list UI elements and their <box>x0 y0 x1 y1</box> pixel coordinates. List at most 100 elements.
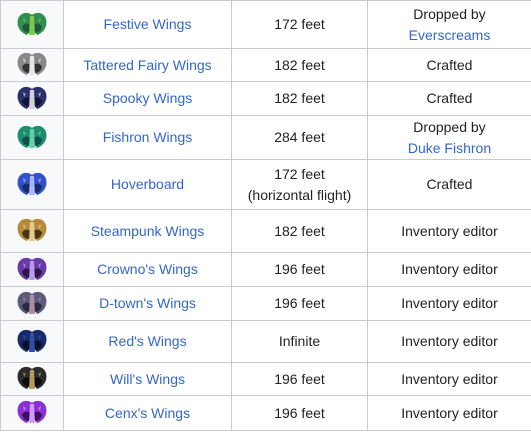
obtain-text: Crafted <box>426 56 473 73</box>
table-row: Steampunk Wings 182 feet Inventory editor <box>0 209 531 253</box>
flight-height-text: 172 feet <box>274 16 325 32</box>
obtain-cell: Inventory editor <box>367 286 531 321</box>
item-name-link[interactable]: Festive Wings <box>104 16 192 32</box>
item-name-cell: D-town's Wings <box>63 286 232 321</box>
item-name-link[interactable]: Cenx's Wings <box>105 405 190 421</box>
obtain-text: Crafted <box>426 90 473 106</box>
item-name-cell: Red's Wings <box>63 320 232 363</box>
flight-height-text: 182 feet <box>274 222 325 239</box>
flight-height-cell: 182 feet <box>231 209 368 253</box>
obtain-cell: Dropped by Everscreams <box>367 0 531 49</box>
item-name-link[interactable]: Will's Wings <box>110 371 185 387</box>
item-name-link[interactable]: Tattered Fairy Wings <box>83 57 211 73</box>
flight-height-cell: 172 feet (horizontal flight) <box>231 159 368 210</box>
obtain-cell: Inventory editor <box>367 362 531 396</box>
item-icon-cell <box>0 0 64 49</box>
spooky-wings-icon <box>2 83 63 115</box>
item-name-link[interactable]: Steampunk Wings <box>91 223 205 239</box>
item-icon-cell <box>0 115 64 160</box>
flight-height-text: 182 feet <box>274 90 325 106</box>
obtain-cell: Crafted <box>367 81 531 116</box>
obtain-cell: Inventory editor <box>367 252 531 287</box>
table-row: Fishron Wings 284 feet Dropped by Duke Fish… <box>0 115 531 160</box>
obtain-text: Inventory editor <box>401 222 498 239</box>
obtain-text: Inventory editor <box>401 261 498 277</box>
item-icon-cell <box>0 395 64 431</box>
item-icon-cell <box>0 81 64 116</box>
flight-height-cell: 182 feet <box>231 81 368 116</box>
flight-height-cell: 172 feet <box>231 0 368 49</box>
flight-height-text: 284 feet <box>274 129 325 145</box>
obtain-cell: Inventory editor <box>367 209 531 253</box>
obtain-text: Dropped by <box>413 5 486 22</box>
flight-height-cell: 196 feet <box>231 286 368 321</box>
table-row: Crowno's Wings 196 feet Inventory editor <box>0 252 531 287</box>
item-name-cell: Will's Wings <box>63 362 232 396</box>
flight-height-text: 196 feet <box>274 404 325 421</box>
item-name-link[interactable]: Spooky Wings <box>103 90 192 106</box>
item-name-link[interactable]: D-town's Wings <box>99 295 196 311</box>
obtain-source-link[interactable]: Duke Fishron <box>408 140 491 156</box>
obtain-cell: Inventory editor <box>367 320 531 363</box>
wings-table-body: Festive Wings 172 feet Dropped by Everscrea… <box>0 0 531 431</box>
table-row: Hoverboard 172 feet (horizontal flight) Cra… <box>0 159 531 210</box>
item-name-cell: Crowno's Wings <box>63 252 232 287</box>
obtain-text: Inventory editor <box>401 333 498 349</box>
cenxs-wings-icon <box>2 397 63 429</box>
flight-height-cell: 196 feet <box>231 252 368 287</box>
item-icon-cell <box>0 48 64 82</box>
wings-table: Festive Wings 172 feet Dropped by Everscrea… <box>0 0 531 431</box>
flight-height-text: Infinite <box>278 333 321 349</box>
flight-height-text: (horizontal flight) <box>247 186 352 203</box>
d-towns-wings-icon <box>2 288 63 320</box>
obtain-text: Inventory editor <box>401 295 498 311</box>
flight-height-text: 182 feet <box>274 56 325 73</box>
festive-wings-icon <box>2 9 63 41</box>
item-name-link[interactable]: Hoverboard <box>111 176 184 192</box>
tattered-fairy-wings-icon <box>2 50 63 81</box>
table-row: D-town's Wings 196 feet Inventory editor <box>0 286 531 321</box>
item-name-cell: Hoverboard <box>63 159 232 210</box>
item-name-cell: Fishron Wings <box>63 115 232 160</box>
flight-height-cell: 196 feet <box>231 362 368 396</box>
item-name-link[interactable]: Fishron Wings <box>103 129 192 145</box>
item-name-cell: Festive Wings <box>63 0 232 49</box>
fishron-wings-icon <box>2 122 63 154</box>
table-row: Red's Wings Infinite Inventory editor <box>0 320 531 363</box>
flight-height-text: 196 feet <box>274 370 325 387</box>
wills-wings-icon <box>2 364 63 395</box>
steampunk-wings-icon <box>2 215 63 247</box>
flight-height-cell: 196 feet <box>231 395 368 431</box>
item-name-link[interactable]: Red's Wings <box>108 333 186 349</box>
item-icon-cell <box>0 320 64 363</box>
table-row: Spooky Wings 182 feet Crafted <box>0 81 531 116</box>
table-row: Cenx's Wings 196 feet Inventory editor <box>0 395 531 431</box>
obtain-text: Inventory editor <box>401 370 498 387</box>
obtain-source-link[interactable]: Everscreams <box>409 27 491 43</box>
obtain-cell: Dropped by Duke Fishron <box>367 115 531 160</box>
obtain-text: Inventory editor <box>401 404 498 421</box>
obtain-text: Dropped by <box>413 118 486 135</box>
item-icon-cell <box>0 286 64 321</box>
hoverboard-icon <box>2 169 63 201</box>
table-row: Tattered Fairy Wings 182 feet Crafted <box>0 48 531 82</box>
item-name-link[interactable]: Crowno's Wings <box>97 261 198 277</box>
obtain-cell: Crafted <box>367 48 531 82</box>
item-icon-cell <box>0 159 64 210</box>
item-icon-cell <box>0 209 64 253</box>
item-name-cell: Tattered Fairy Wings <box>63 48 232 82</box>
obtain-text: Crafted <box>426 176 473 192</box>
obtain-cell: Crafted <box>367 159 531 210</box>
flight-height-cell: Infinite <box>231 320 368 363</box>
item-name-cell: Spooky Wings <box>63 81 232 116</box>
flight-height-cell: 182 feet <box>231 48 368 82</box>
crownos-wings-icon <box>2 254 63 286</box>
flight-height-text: 172 feet <box>274 165 325 182</box>
item-icon-cell <box>0 252 64 287</box>
flight-height-text: 196 feet <box>274 295 325 311</box>
table-row: Festive Wings 172 feet Dropped by Everscrea… <box>0 0 531 49</box>
item-name-cell: Steampunk Wings <box>63 209 232 253</box>
reds-wings-icon <box>2 326 63 358</box>
item-name-cell: Cenx's Wings <box>63 395 232 431</box>
obtain-cell: Inventory editor <box>367 395 531 431</box>
